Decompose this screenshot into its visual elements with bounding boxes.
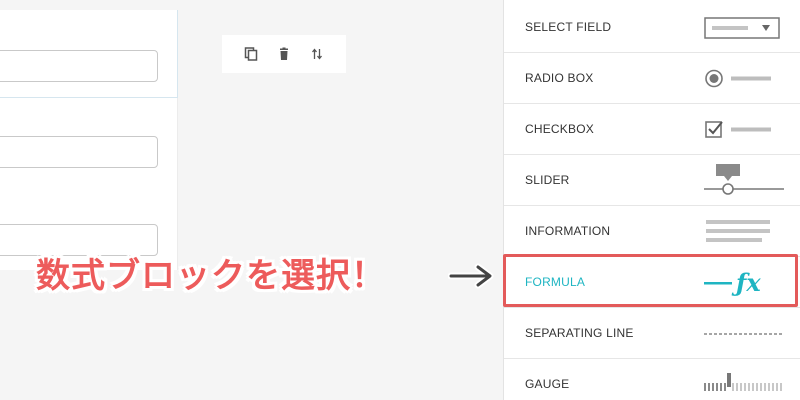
selected-form-block[interactable] (0, 10, 178, 98)
palette-item-separating-line[interactable]: SEPARATING LINE (504, 308, 800, 359)
palette-item-information[interactable]: INFORMATION (504, 206, 800, 257)
slider-icon (704, 155, 786, 206)
palette-item-label: SELECT FIELD (525, 20, 612, 34)
radio-icon (704, 53, 774, 104)
palette-item-label: SEPARATING LINE (525, 326, 634, 340)
palette-item-slider[interactable]: SLIDER (504, 155, 800, 206)
checkbox-icon (704, 104, 774, 155)
callout-arrow-icon (447, 261, 496, 291)
callout-text: 数式ブロックを選択！ (36, 256, 386, 296)
svg-text:ƒx: ƒx (731, 268, 761, 297)
block-toolbar (222, 35, 346, 73)
palette-item-select-field[interactable]: SELECT FIELD (504, 2, 800, 53)
reorder-icon[interactable] (310, 47, 324, 61)
palette-item-checkbox[interactable]: CHECKBOX (504, 104, 800, 155)
palette-item-label: INFORMATION (525, 224, 611, 238)
palette-item-formula[interactable]: FORMULA ƒx (504, 257, 800, 308)
palette-item-radio-box[interactable]: RADIO BOX (504, 53, 800, 104)
trash-icon[interactable] (277, 47, 291, 61)
gauge-icon (704, 359, 786, 400)
palette-item-label: FORMULA (525, 275, 586, 289)
palette-item-gauge[interactable]: GAUGE (504, 359, 800, 400)
copy-icon[interactable] (244, 47, 258, 61)
palette-item-label: RADIO BOX (525, 71, 594, 85)
form-canvas (0, 10, 178, 270)
information-icon (704, 206, 774, 257)
palette-item-label: CHECKBOX (525, 122, 594, 136)
palette-item-label: SLIDER (525, 173, 570, 187)
formula-icon: ƒx (704, 257, 774, 308)
palette-item-label: GAUGE (525, 377, 570, 391)
block-palette-panel: SELECT FIELD RADIO BOX CHECKBOX SLIDER I… (503, 0, 800, 400)
separating-line-icon (704, 308, 784, 359)
select-field-icon (704, 2, 780, 53)
text-field-2[interactable] (0, 136, 158, 168)
text-field-1[interactable] (0, 50, 158, 82)
